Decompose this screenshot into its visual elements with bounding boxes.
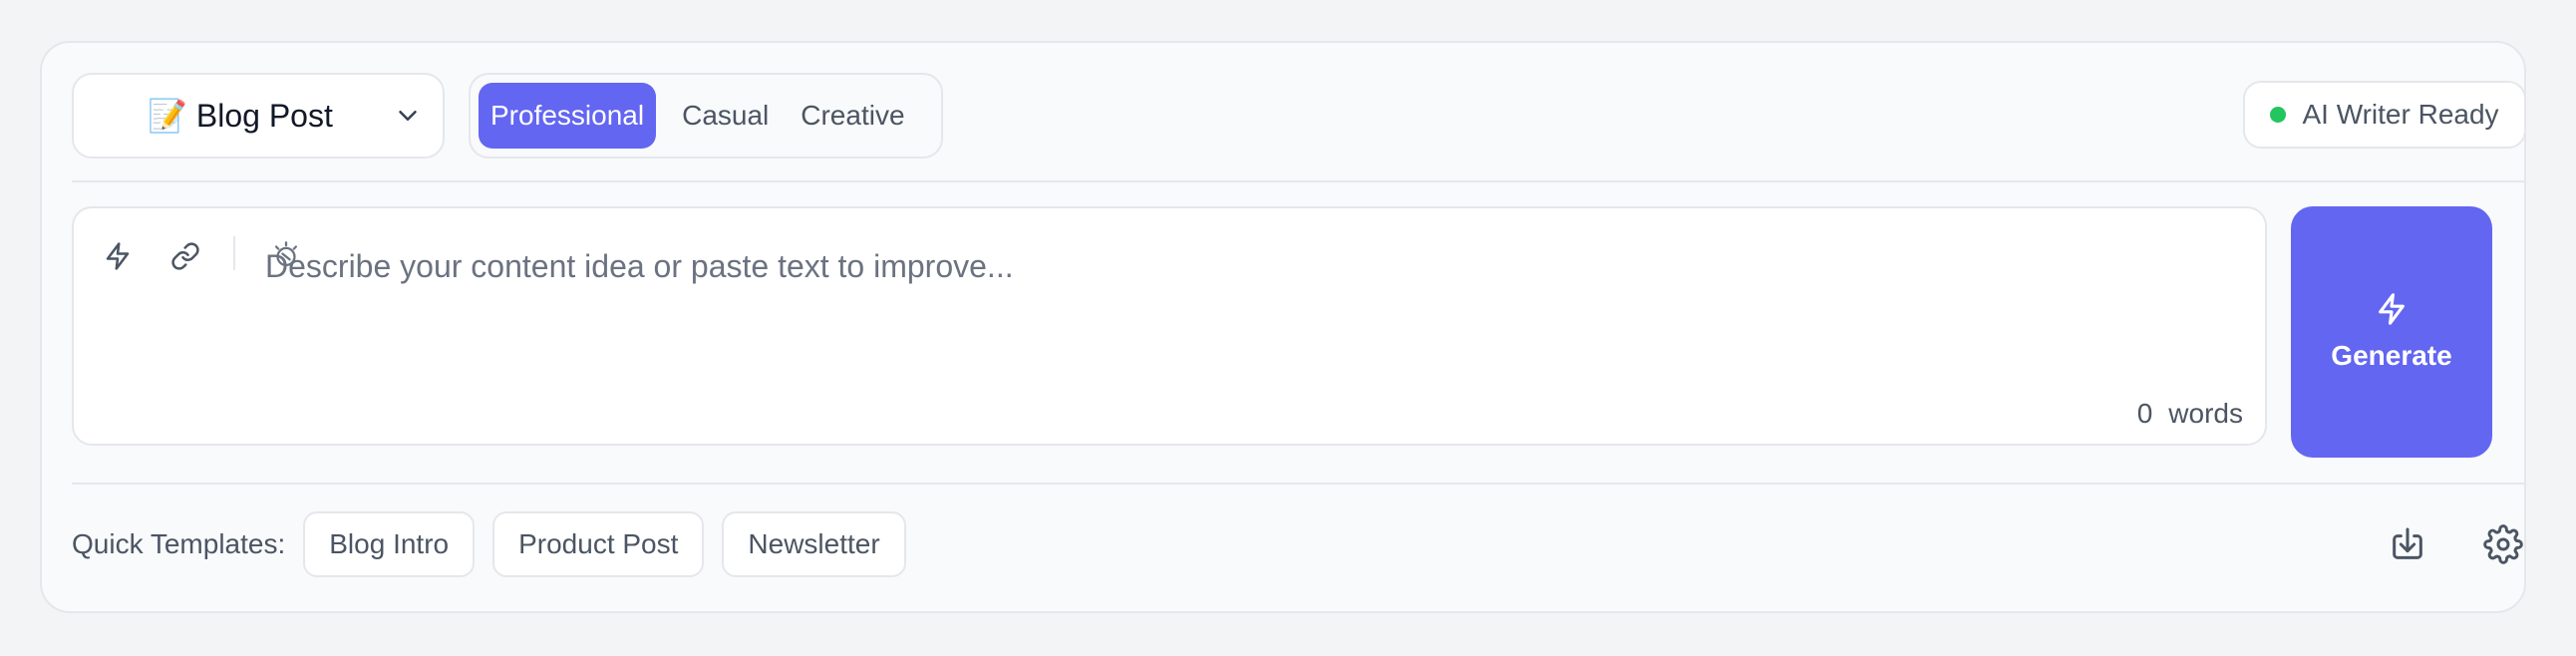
word-count-value: 0 [2136, 398, 2153, 429]
tone-professional-button[interactable]: Professional [479, 83, 657, 149]
lightning-icon[interactable] [98, 236, 138, 276]
divider-bottom [72, 483, 2526, 485]
divider-top [72, 180, 2526, 182]
generate-button[interactable]: Generate [2291, 206, 2492, 458]
loading-cursor-icon [274, 241, 298, 267]
tone-creative-button[interactable]: Creative [789, 83, 916, 149]
tone-casual-button[interactable]: Casual [664, 83, 781, 149]
content-input[interactable] [265, 236, 2241, 296]
quick-templates-row: Quick Templates: Blog Intro Product Post… [72, 511, 2526, 577]
gear-icon[interactable] [2480, 521, 2526, 567]
status-label: AI Writer Ready [2302, 99, 2499, 130]
status-dot [2270, 107, 2287, 123]
top-toolbar: 📝 Blog Post Professional Casual Creative… [72, 73, 2526, 159]
template-blog-intro-button[interactable]: Blog Intro [303, 511, 476, 577]
link-icon[interactable] [165, 236, 205, 276]
lightning-icon [2379, 293, 2405, 325]
template-product-post-button[interactable]: Product Post [492, 511, 705, 577]
generate-label: Generate [2331, 340, 2452, 371]
word-count: 0 words [2137, 398, 2243, 430]
content-editor: 0 words [72, 206, 2267, 446]
download-icon[interactable] [2385, 521, 2430, 567]
tone-selector: Professional Casual Creative [469, 73, 943, 159]
action-icons [2385, 511, 2526, 577]
content-type-select[interactable]: 📝 Blog Post [72, 73, 445, 159]
chevron-down-icon [399, 111, 417, 121]
quick-templates-label: Quick Templates: [72, 528, 286, 559]
word-count-unit: words [2168, 398, 2243, 429]
content-type-label: 📝 Blog Post [148, 98, 333, 134]
template-newsletter-button[interactable]: Newsletter [722, 511, 906, 577]
toolbar-separator [233, 236, 235, 270]
status-badge: AI Writer Ready [2243, 81, 2526, 149]
